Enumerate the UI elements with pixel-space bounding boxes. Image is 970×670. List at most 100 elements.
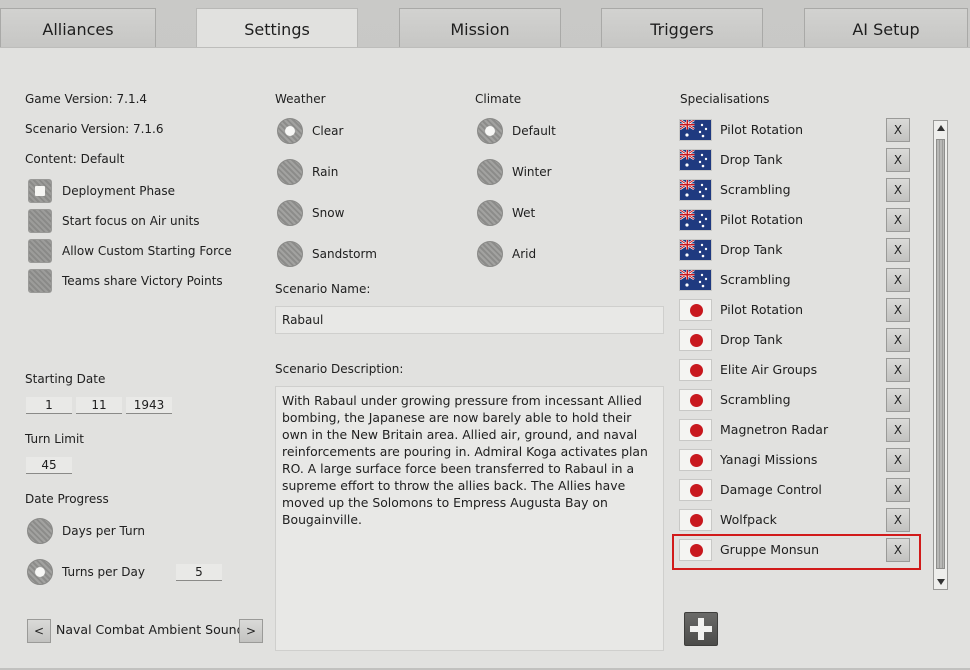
ambient-prev-button[interactable]: < (27, 619, 51, 643)
turns-per-day-label: Turns per Day (62, 565, 145, 579)
specialisation-row[interactable]: Scrambling X (676, 175, 921, 205)
date-progress-label: Date Progress (25, 492, 109, 506)
teams-share-vp-checkbox[interactable] (28, 269, 52, 293)
weather-rain-radio[interactable] (277, 159, 303, 185)
remove-specialisation-button[interactable]: X (886, 178, 910, 202)
remove-specialisation-button[interactable]: X (886, 148, 910, 172)
specialisation-row[interactable]: Drop Tank X (676, 235, 921, 265)
climate-wet-radio[interactable] (477, 200, 503, 226)
scroll-thumb[interactable] (936, 139, 945, 569)
specialisation-row[interactable]: Pilot Rotation X (676, 115, 921, 145)
turn-limit-field[interactable]: 45 (26, 457, 72, 474)
remove-specialisation-button[interactable]: X (886, 508, 910, 532)
weather-clear-radio[interactable] (277, 118, 303, 144)
climate-winter-label: Winter (512, 165, 552, 179)
turn-limit-label: Turn Limit (25, 432, 85, 446)
ambient-next-button[interactable]: > (239, 619, 263, 643)
remove-specialisation-button[interactable]: X (886, 328, 910, 352)
japan-flag-icon (679, 329, 712, 351)
scroll-down-icon[interactable] (937, 579, 945, 585)
specialisation-row[interactable]: Scrambling X (676, 265, 921, 295)
remove-specialisation-button[interactable]: X (886, 418, 910, 442)
weather-sandstorm-radio[interactable] (277, 241, 303, 267)
specialisation-label: Damage Control (720, 482, 822, 497)
specialisation-row[interactable]: Scrambling X (676, 385, 921, 415)
weather-snow-label: Snow (312, 206, 345, 220)
remove-specialisation-button[interactable]: X (886, 388, 910, 412)
climate-arid-radio[interactable] (477, 241, 503, 267)
specialisation-row[interactable]: Damage Control X (676, 475, 921, 505)
start-focus-air-checkbox[interactable] (28, 209, 52, 233)
specialisation-row[interactable]: Drop Tank X (676, 325, 921, 355)
ambient-sound-label: Naval Combat Ambient Sound (56, 622, 245, 637)
japan-flag-icon (679, 359, 712, 381)
starting-date-label: Starting Date (25, 372, 106, 386)
start-day-field[interactable]: 1 (26, 397, 72, 414)
scenario-name-value: Rabaul (282, 313, 324, 327)
specialisation-row[interactable]: Magnetron Radar X (676, 415, 921, 445)
start-month-field[interactable]: 11 (76, 397, 122, 414)
specialisation-label: Drop Tank (720, 152, 783, 167)
scenario-version: Scenario Version: 7.1.6 (25, 122, 164, 136)
remove-specialisation-button[interactable]: X (886, 358, 910, 382)
climate-default-radio[interactable] (477, 118, 503, 144)
specialisation-label: Drop Tank (720, 332, 783, 347)
tab-triggers[interactable]: Triggers (601, 8, 763, 48)
australia-flag-icon (679, 179, 712, 201)
tab-ai-setup[interactable]: AI Setup (804, 8, 968, 48)
specialisations-scrollbar[interactable] (933, 120, 948, 590)
australia-flag-icon (679, 149, 712, 171)
remove-specialisation-button[interactable]: X (886, 298, 910, 322)
turns-per-day-radio[interactable] (27, 559, 53, 585)
add-specialisation-button[interactable] (684, 612, 718, 646)
australia-flag-icon (679, 239, 712, 261)
specialisation-row[interactable]: Elite Air Groups X (676, 355, 921, 385)
content-label: Content: Default (25, 152, 125, 166)
japan-flag-icon (679, 389, 712, 411)
allow-custom-force-checkbox[interactable] (28, 239, 52, 263)
allow-custom-force-label: Allow Custom Starting Force (62, 244, 232, 258)
specialisation-row[interactable]: Yanagi Missions X (676, 445, 921, 475)
tab-settings[interactable]: Settings (196, 8, 358, 49)
japan-flag-icon (679, 449, 712, 471)
climate-wet-label: Wet (512, 206, 536, 220)
remove-specialisation-button[interactable]: X (886, 238, 910, 262)
deployment-phase-label: Deployment Phase (62, 184, 176, 198)
remove-specialisation-button[interactable]: X (886, 208, 910, 232)
specialisation-row[interactable]: Drop Tank X (676, 145, 921, 175)
specialisation-row[interactable]: Wolfpack X (676, 505, 921, 535)
climate-label: Climate (475, 92, 522, 106)
specialisation-row[interactable]: Pilot Rotation X (676, 295, 921, 325)
teams-share-vp-label: Teams share Victory Points (62, 274, 223, 288)
turns-per-day-field[interactable]: 5 (176, 564, 222, 581)
specialisation-label: Pilot Rotation (720, 212, 804, 227)
remove-specialisation-button[interactable]: X (886, 478, 910, 502)
specialisation-label: Scrambling (720, 392, 791, 407)
specialisation-label: Magnetron Radar (720, 422, 829, 437)
climate-winter-radio[interactable] (477, 159, 503, 185)
remove-specialisation-button[interactable]: X (886, 448, 910, 472)
weather-sandstorm-label: Sandstorm (312, 247, 377, 261)
specialisation-label: Elite Air Groups (720, 362, 818, 377)
australia-flag-icon (679, 269, 712, 291)
scenario-name-input[interactable]: Rabaul (275, 306, 664, 334)
specialisation-label: Yanagi Missions (720, 452, 818, 467)
japan-flag-icon (679, 479, 712, 501)
weather-snow-radio[interactable] (277, 200, 303, 226)
remove-specialisation-button[interactable]: X (886, 268, 910, 292)
tab-mission[interactable]: Mission (399, 8, 561, 48)
specialisation-row[interactable]: Pilot Rotation X (676, 205, 921, 235)
climate-arid-label: Arid (512, 247, 537, 261)
specialisation-label: Scrambling (720, 182, 791, 197)
tab-alliances[interactable]: Alliances (0, 8, 156, 48)
days-per-turn-radio[interactable] (27, 518, 53, 544)
remove-specialisation-button[interactable]: X (886, 118, 910, 142)
australia-flag-icon (679, 209, 712, 231)
deployment-phase-checkbox[interactable] (28, 179, 52, 203)
days-per-turn-label: Days per Turn (62, 524, 145, 538)
specialisation-label: Pilot Rotation (720, 302, 804, 317)
specialisation-label: Wolfpack (720, 512, 777, 527)
scenario-description-textarea[interactable]: With Rabaul under growing pressure from … (275, 386, 664, 651)
start-year-field[interactable]: 1943 (126, 397, 172, 414)
scroll-up-icon[interactable] (937, 125, 945, 131)
